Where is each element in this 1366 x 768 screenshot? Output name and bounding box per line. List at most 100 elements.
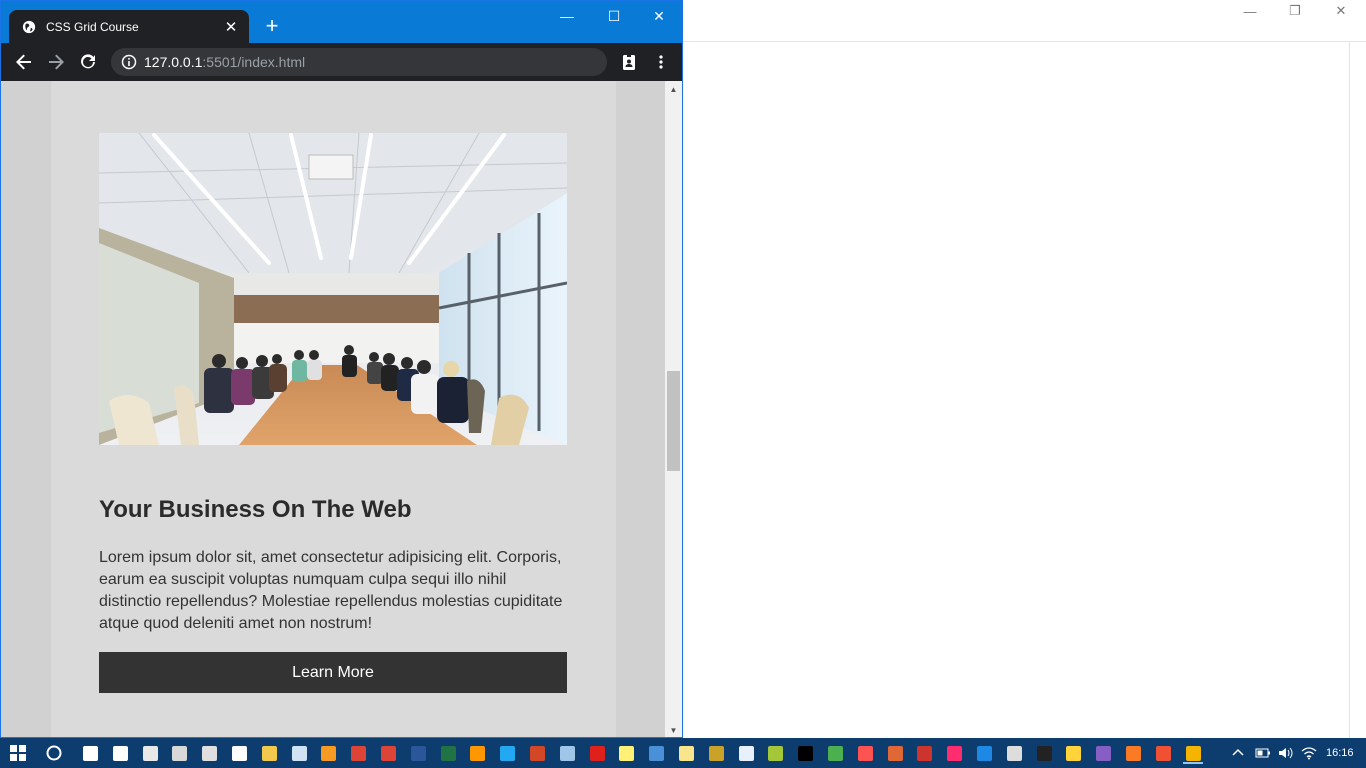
content-card: Your Business On The Web Lorem ipsum dol… <box>51 81 616 737</box>
intellij-icon[interactable] <box>794 742 816 764</box>
notepad-icon[interactable] <box>288 742 310 764</box>
close-icon[interactable]: ✕ <box>636 1 682 31</box>
word-glyph <box>410 745 426 761</box>
chrome-active-icon[interactable] <box>1182 742 1204 764</box>
doc-app-icon[interactable] <box>973 742 995 764</box>
xampp-glyph <box>1125 745 1141 761</box>
calculator-glyph <box>201 745 217 761</box>
puzzle-app-glyph <box>738 745 754 761</box>
intellij-glyph <box>797 745 813 761</box>
green-app-icon[interactable] <box>824 742 846 764</box>
vscode-icon[interactable] <box>496 742 518 764</box>
printer-glyph <box>1006 745 1022 761</box>
task-view-icon[interactable] <box>79 742 101 764</box>
red-app-icon[interactable] <box>854 742 876 764</box>
remote-desktop-icon[interactable] <box>556 742 578 764</box>
chrome-active-glyph <box>1185 745 1201 761</box>
tab-css-grid-course[interactable]: CSS Grid Course ✕ <box>9 10 249 43</box>
visual-studio-icon[interactable] <box>1092 742 1114 764</box>
minimize-icon[interactable]: — <box>1227 0 1273 22</box>
git-glyph <box>1155 745 1171 761</box>
forward-icon[interactable] <box>44 50 68 74</box>
pink-app-icon[interactable] <box>943 742 965 764</box>
windows-start-icon[interactable] <box>7 742 29 764</box>
matlab-icon[interactable] <box>884 742 906 764</box>
mail-icon[interactable] <box>109 742 131 764</box>
android-glyph <box>767 745 783 761</box>
chrome-1-icon[interactable] <box>347 742 369 764</box>
tab-strip: CSS Grid Course ✕ + — ☐ ✕ <box>1 1 682 43</box>
scroll-thumb[interactable] <box>667 371 680 471</box>
word-icon[interactable] <box>407 742 429 764</box>
profile-icon[interactable] <box>617 50 641 74</box>
python-glyph <box>1065 745 1081 761</box>
restore-icon[interactable]: ❐ <box>1272 0 1318 22</box>
scroll-up-icon[interactable]: ▲ <box>665 81 682 98</box>
ruby-icon[interactable] <box>913 742 935 764</box>
scroll-down-icon[interactable]: ▼ <box>665 722 682 737</box>
close-icon[interactable]: ✕ <box>1318 0 1364 22</box>
paint-glyph <box>142 745 158 761</box>
ruby-glyph <box>916 745 932 761</box>
python-icon[interactable] <box>1062 742 1084 764</box>
git-icon[interactable] <box>1152 742 1174 764</box>
chevron-up-icon[interactable] <box>1227 742 1249 764</box>
wifi-icon[interactable] <box>1298 742 1320 764</box>
menu-icon[interactable] <box>649 50 673 74</box>
registry-glyph <box>708 745 724 761</box>
calculator-icon[interactable] <box>198 742 220 764</box>
task-view-glyph <box>82 745 98 761</box>
volume-icon[interactable] <box>1274 742 1296 764</box>
cmd-icon[interactable] <box>1033 742 1055 764</box>
sticky-notes-glyph <box>618 745 634 761</box>
red-app-glyph <box>857 745 873 761</box>
background-window: — ❐ ✕ <box>683 0 1366 738</box>
powerpoint-icon[interactable] <box>526 742 548 764</box>
chrome-2-icon[interactable] <box>377 742 399 764</box>
minimize-icon[interactable]: — <box>544 1 590 31</box>
reload-icon[interactable] <box>76 50 100 74</box>
doc-app-glyph <box>976 745 992 761</box>
excel-glyph <box>440 745 456 761</box>
acrobat-icon[interactable] <box>586 742 608 764</box>
notepad-glyph <box>291 745 307 761</box>
network-tool-glyph <box>648 745 664 761</box>
puzzle-app-icon[interactable] <box>735 742 757 764</box>
settings-icon[interactable] <box>228 742 250 764</box>
notes-icon[interactable] <box>675 742 697 764</box>
printer-icon[interactable] <box>1003 742 1025 764</box>
snip-icon[interactable] <box>168 742 190 764</box>
taskbar-clock[interactable]: 16:16 <box>1326 738 1354 768</box>
back-icon[interactable] <box>12 50 36 74</box>
new-tab-button[interactable]: + <box>259 14 285 40</box>
xampp-icon[interactable] <box>1122 742 1144 764</box>
sublime-glyph <box>469 745 485 761</box>
settings-glyph <box>231 745 247 761</box>
tab-close-icon[interactable]: ✕ <box>223 18 239 36</box>
pink-app-glyph <box>946 745 962 761</box>
sticky-notes-icon[interactable] <box>615 742 637 764</box>
cortana-icon[interactable] <box>43 742 65 764</box>
media-player-glyph <box>320 745 336 761</box>
network-tool-icon[interactable] <box>645 742 667 764</box>
sublime-icon[interactable] <box>466 742 488 764</box>
address-bar[interactable]: 127.0.0.1:5501/index.html <box>111 48 607 76</box>
maximize-icon[interactable]: ☐ <box>591 1 637 31</box>
android-icon[interactable] <box>764 742 786 764</box>
desktop-screen: — ❐ ✕ CSS Grid Course ✕ + — ☐ ✕ 127.0.0.… <box>0 0 1366 768</box>
visual-studio-glyph <box>1095 745 1111 761</box>
learn-more-button[interactable]: Learn More <box>99 652 567 693</box>
page-scrollbar[interactable]: ▲ ▼ <box>665 81 682 737</box>
excel-icon[interactable] <box>437 742 459 764</box>
battery-icon[interactable] <box>1252 742 1274 764</box>
meeting-room-image <box>99 133 567 445</box>
info-icon[interactable] <box>121 54 137 70</box>
file-explorer-icon[interactable] <box>258 742 280 764</box>
paint-icon[interactable] <box>139 742 161 764</box>
browser-toolbar: 127.0.0.1:5501/index.html <box>1 43 682 81</box>
background-scrollbar[interactable] <box>1349 42 1366 738</box>
vscode-glyph <box>499 745 515 761</box>
registry-icon[interactable] <box>705 742 727 764</box>
media-player-icon[interactable] <box>317 742 339 764</box>
background-titlebar: — ❐ ✕ <box>683 0 1366 42</box>
